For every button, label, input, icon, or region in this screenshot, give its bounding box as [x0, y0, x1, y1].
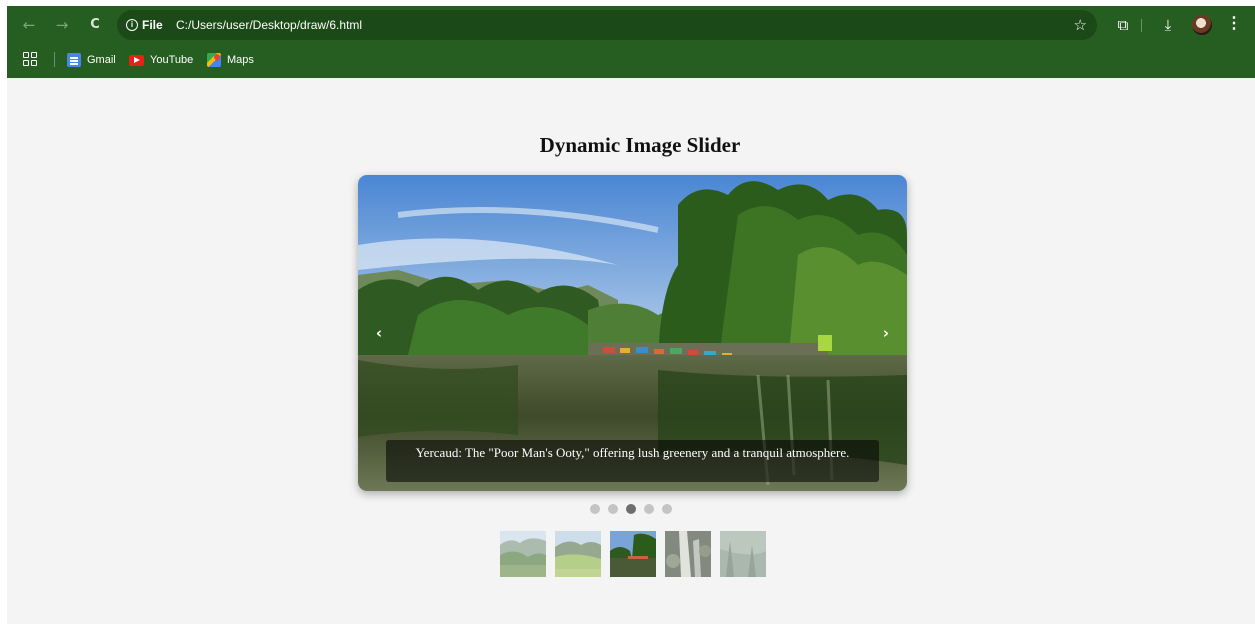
thumbnail[interactable] [500, 531, 546, 577]
extensions-icon[interactable]: ⧉ [1113, 15, 1133, 35]
bookmark-maps[interactable]: Maps [207, 52, 254, 68]
page-title: Dynamic Image Slider [539, 133, 741, 157]
thumbnail-image [555, 531, 601, 577]
thumbnail[interactable] [720, 531, 766, 577]
site-chip-label: File [142, 18, 163, 32]
thumbnail[interactable] [665, 531, 711, 577]
thumbnail-active[interactable] [610, 531, 656, 577]
thumbnail-image [610, 531, 656, 577]
thumbnail-image [720, 531, 766, 577]
thumbnail-image [665, 531, 711, 577]
slider-dot[interactable] [662, 504, 672, 514]
slider-prev-button[interactable]: ‹ [369, 320, 389, 346]
back-icon[interactable]: ← [19, 15, 39, 35]
browser-menu-icon[interactable]: ⋮ [1226, 15, 1242, 35]
slider-dot[interactable] [644, 504, 654, 514]
browser-chrome: ← → C i File C:/Users/user/Desktop/draw/… [0, 0, 1255, 78]
bookmarks-bar: Gmail YouTube Maps [7, 48, 1255, 72]
thumbnail-strip [500, 531, 766, 577]
youtube-icon [129, 54, 144, 66]
toolbar-divider [1141, 19, 1142, 32]
bookmark-label: Gmail [87, 54, 116, 66]
bookmark-gmail[interactable]: Gmail [67, 52, 116, 68]
info-icon: i [126, 19, 138, 31]
url-text[interactable]: C:/Users/user/Desktop/draw/6.html [176, 18, 362, 32]
maps-icon [207, 53, 221, 67]
site-info-chip[interactable]: i File [126, 17, 163, 33]
bookmark-label: YouTube [150, 54, 194, 66]
profile-avatar[interactable] [1192, 15, 1212, 35]
slide-caption: Yercaud: The "Poor Man's Ooty," offering… [386, 440, 879, 482]
thumbnail-image [500, 531, 546, 577]
image-slider: ‹ › Yercaud: The "Poor Man's Ooty," offe… [358, 175, 907, 491]
page-content: Dynamic Image Slider ‹ › Yercaud: The "P… [7, 78, 1255, 624]
gmail-icon [67, 53, 81, 67]
browser-toolbar-area: ← → C i File C:/Users/user/Desktop/draw/… [7, 6, 1255, 78]
slider-dots [590, 504, 672, 514]
reload-icon[interactable]: C [85, 15, 105, 35]
slider-next-button[interactable]: › [876, 320, 896, 346]
bookmark-label: Maps [227, 54, 254, 66]
apps-grid-icon[interactable] [23, 52, 37, 66]
browser-toolbar: ← → C i File C:/Users/user/Desktop/draw/… [7, 6, 1255, 44]
slider-dot-active[interactable] [626, 504, 636, 514]
forward-icon[interactable]: → [52, 15, 72, 35]
address-bar[interactable]: i File C:/Users/user/Desktop/draw/6.html… [117, 10, 1097, 40]
bookmarks-divider [54, 52, 55, 67]
download-icon[interactable]: ⤓ [1158, 15, 1178, 35]
bookmark-youtube[interactable]: YouTube [129, 52, 193, 68]
slider-dot[interactable] [608, 504, 618, 514]
thumbnail[interactable] [555, 531, 601, 577]
slider-dot[interactable] [590, 504, 600, 514]
bookmark-star-icon[interactable]: ☆ [1074, 16, 1087, 34]
